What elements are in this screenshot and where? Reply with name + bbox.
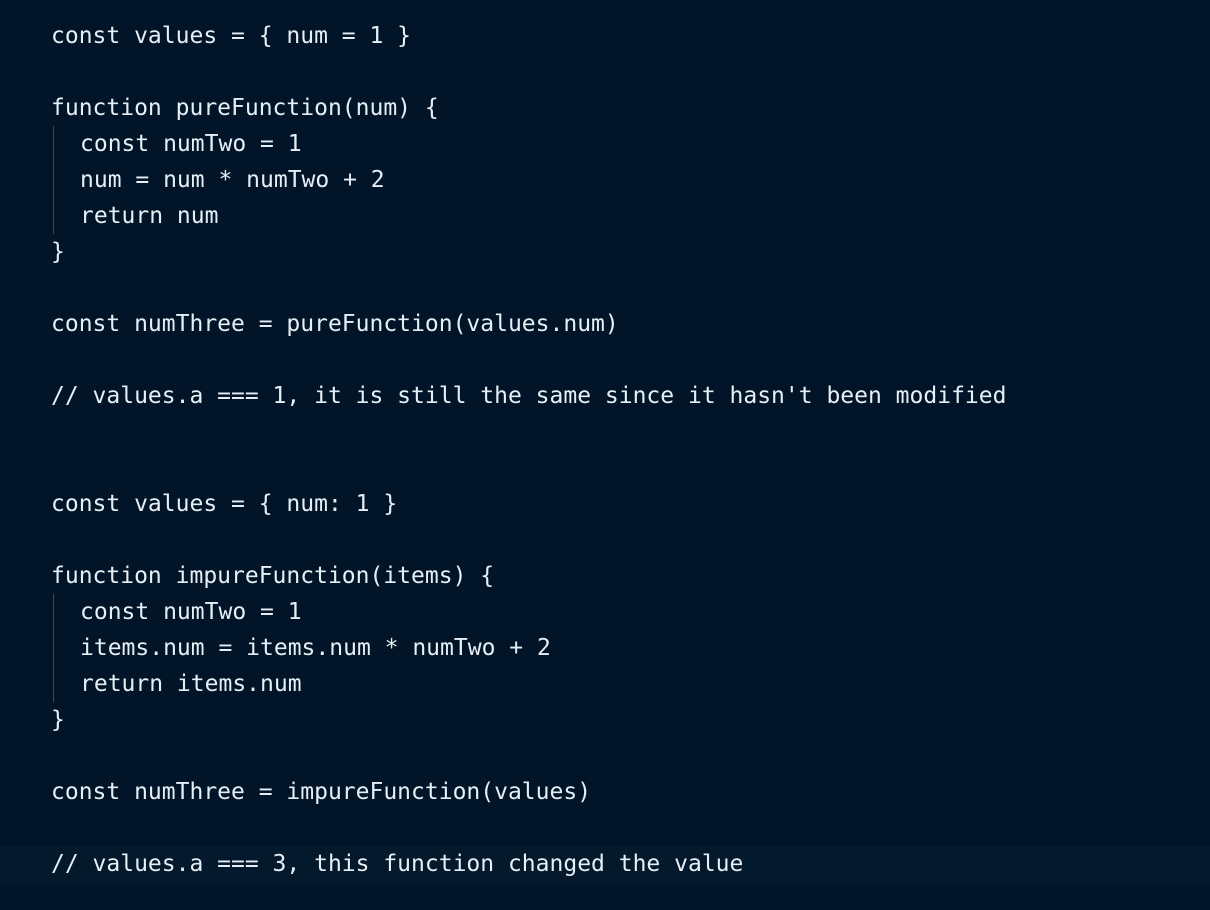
code-line: const numThree = impureFunction(values) <box>51 779 592 805</box>
code-line: return num <box>80 203 219 229</box>
code-line: num = num * numTwo + 2 <box>80 167 385 193</box>
indent-guide-pure <box>53 126 54 234</box>
code-line: } <box>51 239 65 265</box>
code-editor[interactable]: const values = { num = 1 } function pure… <box>0 0 1210 910</box>
code-line: const numTwo = 1 <box>80 599 302 625</box>
code-line: return items.num <box>80 671 302 697</box>
code-line: function impureFunction(items) { <box>51 563 495 589</box>
code-line: } <box>51 707 65 733</box>
code-line: const values = { num = 1 } <box>51 23 412 49</box>
code-comment: // values.a === 1, it is still the same … <box>51 383 1007 409</box>
code-line: function pureFunction(num) { <box>51 95 439 121</box>
code-line: const values = { num: 1 } <box>51 491 398 517</box>
code-line: const numThree = pureFunction(values.num… <box>51 311 619 337</box>
indent-guide-impure <box>53 594 54 702</box>
code-comment: // values.a === 3, this function changed… <box>51 851 744 877</box>
code-line: const numTwo = 1 <box>80 131 302 157</box>
code-line: items.num = items.num * numTwo + 2 <box>80 635 551 661</box>
